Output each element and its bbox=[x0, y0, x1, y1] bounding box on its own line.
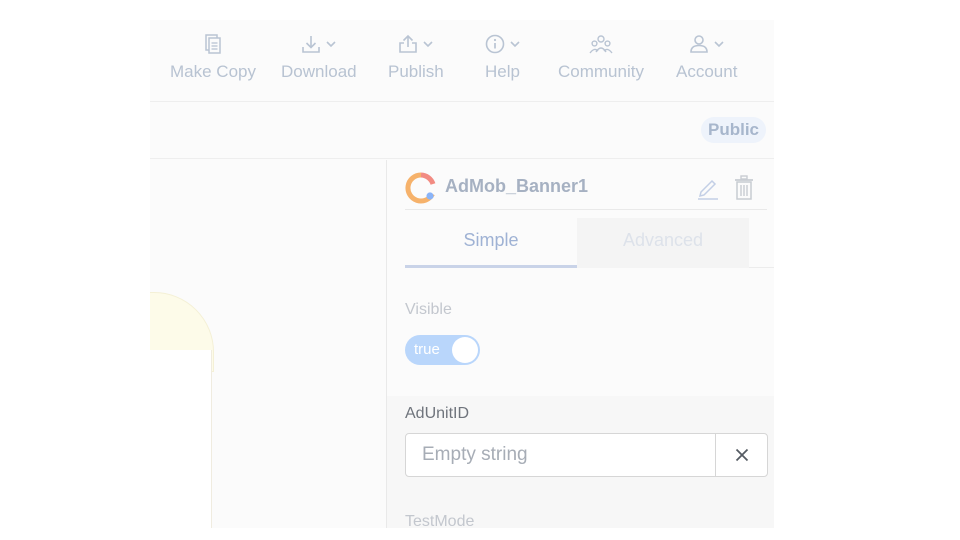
component-header: AdMob_Banner1 bbox=[405, 170, 767, 210]
copy-icon bbox=[202, 32, 224, 56]
download-label: Download bbox=[281, 62, 357, 81]
adunitid-label: AdUnitID bbox=[405, 405, 470, 422]
make-copy-button[interactable]: Make Copy bbox=[170, 32, 256, 82]
property-tabs: Simple Advanced bbox=[405, 218, 774, 268]
close-icon bbox=[735, 448, 748, 462]
toggle-value: true bbox=[414, 341, 440, 358]
phone-preview-screen[interactable] bbox=[150, 350, 212, 528]
account-button[interactable]: Account bbox=[676, 32, 737, 82]
community-label: Community bbox=[558, 62, 644, 81]
admob-icon bbox=[405, 172, 436, 204]
chevron-down-icon bbox=[423, 41, 433, 48]
user-icon bbox=[690, 35, 709, 53]
chevron-down-icon bbox=[326, 41, 336, 48]
publish-button[interactable]: Publish bbox=[388, 32, 444, 82]
properties-panel: AdMob_Banner1 Simple Advanced Visible tr… bbox=[386, 160, 774, 528]
download-icon bbox=[302, 36, 321, 53]
viewer-canvas[interactable] bbox=[150, 160, 386, 528]
publish-label: Publish bbox=[388, 62, 444, 81]
help-label: Help bbox=[485, 62, 520, 81]
chevron-down-icon bbox=[510, 41, 520, 48]
testmode-label: TestMode bbox=[405, 513, 475, 528]
visible-toggle[interactable]: true bbox=[405, 335, 480, 365]
trash-icon bbox=[735, 175, 753, 200]
make-copy-label: Make Copy bbox=[170, 62, 256, 81]
adunitid-input[interactable] bbox=[406, 434, 715, 476]
info-icon bbox=[485, 34, 505, 54]
adunitid-field bbox=[405, 433, 768, 477]
component-name: AdMob_Banner1 bbox=[445, 176, 589, 196]
pencil-icon bbox=[698, 179, 718, 200]
community-button[interactable]: Community bbox=[558, 32, 644, 82]
download-button[interactable]: Download bbox=[281, 32, 357, 82]
tab-simple[interactable]: Simple bbox=[405, 218, 577, 268]
toggle-knob bbox=[452, 337, 478, 363]
app-window: Make Copy Download Publish Help Communit… bbox=[150, 20, 774, 528]
rename-button[interactable] bbox=[695, 174, 721, 202]
visibility-badge: Public bbox=[700, 117, 766, 143]
clear-button[interactable] bbox=[715, 434, 767, 476]
publish-icon bbox=[399, 34, 418, 53]
community-icon bbox=[588, 32, 614, 56]
tab-advanced[interactable]: Advanced bbox=[577, 218, 749, 268]
help-button[interactable]: Help bbox=[484, 32, 521, 82]
top-toolbar: Make Copy Download Publish Help Communit… bbox=[150, 20, 774, 102]
account-label: Account bbox=[676, 62, 738, 81]
delete-button[interactable] bbox=[731, 174, 757, 202]
chevron-down-icon bbox=[714, 41, 724, 48]
visible-label: Visible bbox=[405, 301, 452, 318]
project-bar: Public bbox=[150, 103, 774, 159]
